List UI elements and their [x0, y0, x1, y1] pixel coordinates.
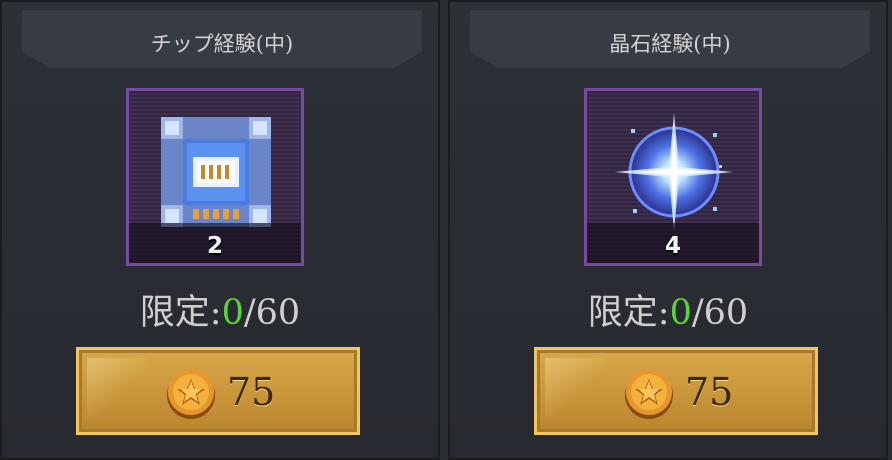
item-title-tab: チップ経験(中)	[22, 10, 422, 68]
chip-icon	[161, 117, 271, 227]
item-icon-frame[interactable]: 4	[584, 88, 762, 266]
item-quantity: 2	[206, 233, 223, 259]
limit-max: /60	[691, 293, 749, 333]
button-highlight	[545, 358, 605, 418]
buy-button[interactable]: 75	[534, 347, 818, 435]
star-coin-icon	[167, 369, 215, 419]
shop-panel: チップ経験(中) 2 限定:0/60 75 晶石経験(中) 4 限定:0/60 …	[0, 0, 892, 460]
item-title-tab: 晶石経験(中)	[470, 10, 870, 68]
item-quantity: 4	[664, 233, 681, 259]
limit-current: 0	[669, 293, 692, 333]
button-highlight	[87, 358, 147, 418]
item-title: 晶石経験(中)	[609, 32, 731, 56]
purchase-limit: 限定:0/60	[450, 284, 886, 335]
item-icon-frame[interactable]: 2	[126, 88, 304, 266]
price-amount: 75	[227, 370, 276, 414]
purchase-limit: 限定:0/60	[2, 284, 438, 335]
limit-label: 限定:	[139, 293, 222, 333]
price-amount: 75	[685, 370, 734, 414]
shop-item-card-chip-exp[interactable]: チップ経験(中) 2 限定:0/60 75	[0, 0, 440, 460]
crystal-burst-icon	[615, 113, 733, 231]
limit-current: 0	[221, 293, 244, 333]
star-coin-icon	[625, 369, 673, 419]
buy-button[interactable]: 75	[76, 347, 360, 435]
limit-label: 限定:	[587, 293, 670, 333]
item-title: チップ経験(中)	[150, 32, 294, 56]
shop-item-card-crystal-exp[interactable]: 晶石経験(中) 4 限定:0/60 75	[448, 0, 888, 460]
limit-max: /60	[243, 293, 301, 333]
